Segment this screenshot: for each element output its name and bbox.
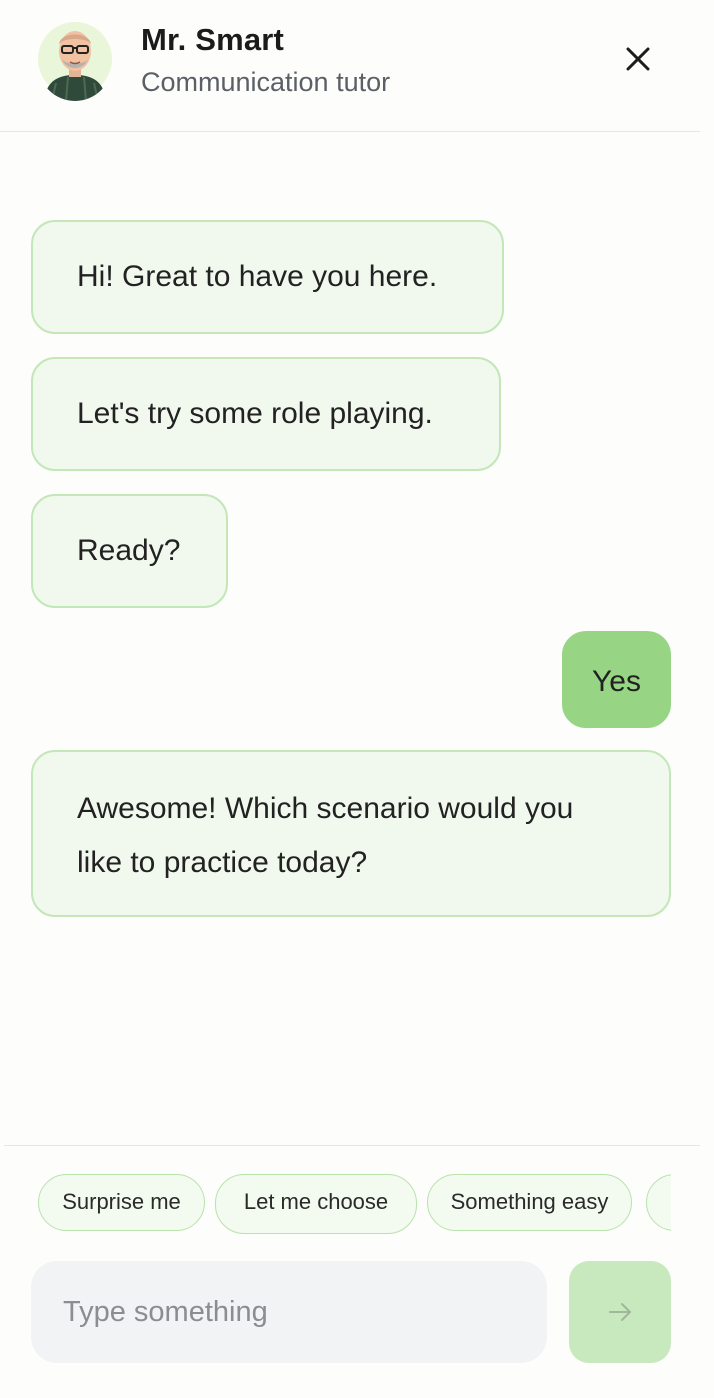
close-button[interactable]	[620, 41, 656, 77]
suggestion-chip-let-me-choose[interactable]: Let me choose	[215, 1174, 417, 1234]
send-button[interactable]	[569, 1261, 671, 1363]
suggestion-chip-surprise-me[interactable]: Surprise me	[38, 1174, 205, 1231]
tutor-name: Mr. Smart	[141, 22, 285, 57]
suggestion-chips: Surprise me Let me choose Something easy	[0, 1174, 671, 1236]
tutor-message: Hi! Great to have you here.	[31, 220, 504, 334]
tutor-role: Communication tutor	[141, 67, 391, 97]
suggestion-chip-more[interactable]	[646, 1174, 671, 1231]
user-message: Yes	[562, 631, 671, 728]
arrow-right-icon	[609, 1303, 631, 1321]
suggestion-chip-something-easy[interactable]: Something easy	[427, 1174, 632, 1231]
composer-divider	[4, 1145, 700, 1146]
message-input[interactable]	[31, 1261, 547, 1363]
tutor-message: Awesome! Which scenario would you like t…	[31, 750, 671, 917]
close-icon	[626, 47, 650, 71]
tutor-message: Ready?	[31, 494, 228, 608]
avatar	[38, 17, 112, 101]
chat-header: Mr. Smart Communication tutor	[0, 0, 700, 132]
tutor-message: Let's try some role playing.	[31, 357, 501, 471]
